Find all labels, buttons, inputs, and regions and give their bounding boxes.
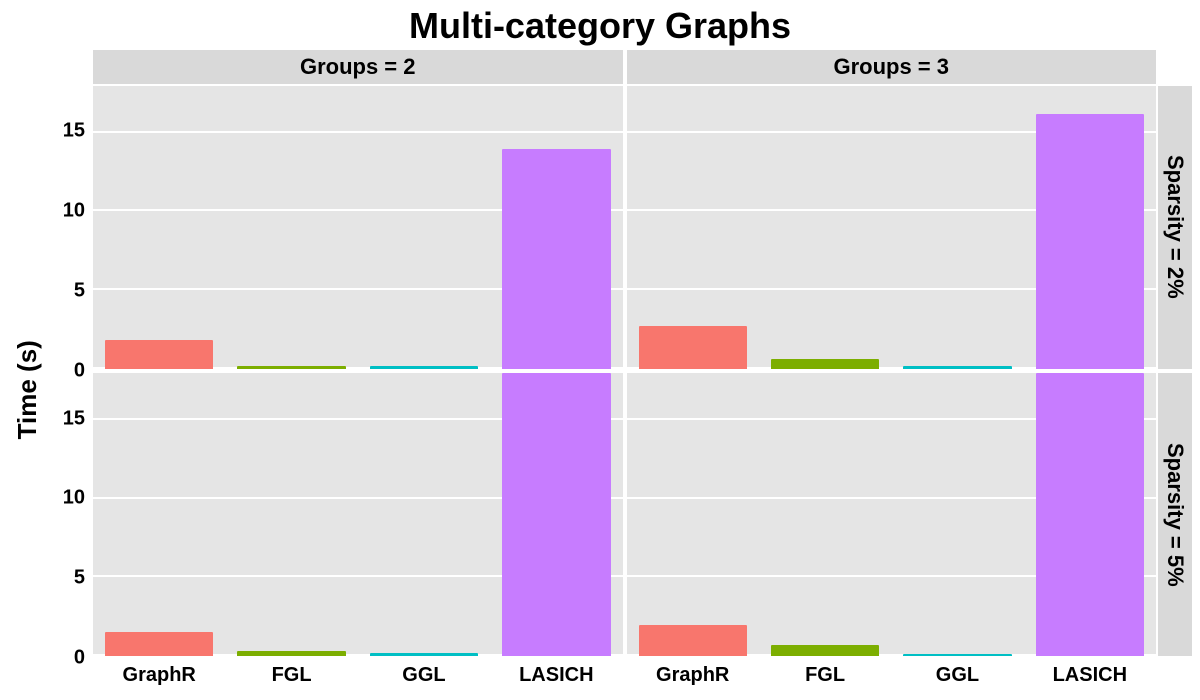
y-axis-label: Time (s)	[8, 50, 47, 692]
bar-FGL	[771, 359, 879, 368]
y-tick-label: 10	[63, 487, 85, 510]
x-tick-labels: GraphRFGLGGLLASICH	[627, 658, 1157, 692]
x-tick-label: GGL	[891, 658, 1023, 692]
bar-GGL	[903, 366, 1011, 368]
bar-cell	[490, 86, 622, 369]
bar-GraphR	[639, 625, 747, 656]
chart-title: Multi-category Graphs	[8, 6, 1192, 46]
bar-cell	[225, 373, 357, 656]
bar-cell	[490, 373, 622, 656]
x-tick-label: GGL	[358, 658, 490, 692]
bar-GGL	[370, 366, 478, 368]
bar-cell	[93, 373, 225, 656]
facet-row-strip: Sparsity = 5%	[1158, 373, 1192, 656]
facet-area: Groups = 2 Groups = 3 051015 051015	[47, 50, 1158, 692]
facet-col-strips: Groups = 2 Groups = 3	[47, 50, 1158, 84]
bars	[627, 86, 1157, 369]
x-tick-label: LASICH	[1024, 658, 1156, 692]
bar-LASICH	[1036, 114, 1144, 369]
facet-row-strip: Sparsity = 2%	[1158, 86, 1192, 369]
bars	[93, 373, 623, 656]
x-tick-label: GraphR	[93, 658, 225, 692]
bars	[627, 373, 1157, 656]
facet-row-label: Sparsity = 5%	[1162, 443, 1188, 587]
facet-col-label: Groups = 2	[300, 54, 416, 80]
bar-cell	[1024, 86, 1156, 369]
panel-row: 051015	[47, 371, 1158, 658]
panel	[627, 373, 1157, 656]
bar-GraphR	[105, 340, 213, 368]
bar-cell	[1024, 373, 1156, 656]
bars	[93, 86, 623, 369]
bar-cell	[358, 373, 490, 656]
bar-LASICH	[502, 373, 610, 656]
y-tick-label: 0	[74, 647, 85, 670]
y-tick-labels: 051015	[47, 84, 91, 371]
bar-cell	[627, 86, 759, 369]
y-tick-label: 5	[74, 567, 85, 590]
bar-LASICH	[502, 149, 610, 369]
bar-LASICH	[1036, 373, 1144, 656]
bar-cell	[627, 373, 759, 656]
facet-row-label: Sparsity = 2%	[1162, 155, 1188, 299]
chart-body: Time (s) Groups = 2 Groups = 3 0 5 10 15	[8, 50, 1192, 692]
x-tick-label: GraphR	[627, 658, 759, 692]
spacer	[47, 50, 91, 84]
y-tick-label: 15	[63, 407, 85, 430]
bar-cell	[225, 86, 357, 369]
panel	[93, 373, 623, 656]
x-tick-label: FGL	[225, 658, 357, 692]
y-tick-labels: 051015	[47, 371, 91, 658]
bar-FGL	[771, 645, 879, 656]
bar-cell	[93, 86, 225, 369]
bar-cell	[358, 86, 490, 369]
panel-row: 051015	[47, 84, 1158, 371]
facet-col-label: Groups = 3	[833, 54, 949, 80]
x-tick-row: GraphRFGLGGLLASICH GraphRFGLGGLLASICH	[47, 658, 1158, 692]
bar-cell	[759, 373, 891, 656]
y-tick-label: 5	[74, 280, 85, 303]
bar-GraphR	[639, 326, 747, 368]
x-tick-label: LASICH	[490, 658, 622, 692]
panel	[627, 86, 1157, 369]
facet-col-strip: Groups = 2	[93, 50, 623, 84]
x-tick-labels: GraphRFGLGGLLASICH	[93, 658, 623, 692]
bar-cell	[891, 373, 1023, 656]
y-tick-label: 10	[63, 200, 85, 223]
bar-FGL	[237, 651, 345, 656]
facet-row-strips: Sparsity = 2% Sparsity = 5%	[1158, 84, 1192, 692]
y-tick-label: 15	[63, 120, 85, 143]
bar-FGL	[237, 366, 345, 369]
panel-rows: 051015 051015	[47, 84, 1158, 658]
bar-GGL	[903, 654, 1011, 656]
x-tick-label: FGL	[759, 658, 891, 692]
spacer	[1158, 658, 1192, 692]
panel	[93, 86, 623, 369]
bar-GraphR	[105, 632, 213, 656]
faceted-bar-chart: Multi-category Graphs Time (s) Groups = …	[0, 0, 1200, 700]
bar-cell	[891, 86, 1023, 369]
bar-GGL	[370, 653, 478, 656]
facet-col-strip: Groups = 3	[627, 50, 1157, 84]
bar-cell	[759, 86, 891, 369]
